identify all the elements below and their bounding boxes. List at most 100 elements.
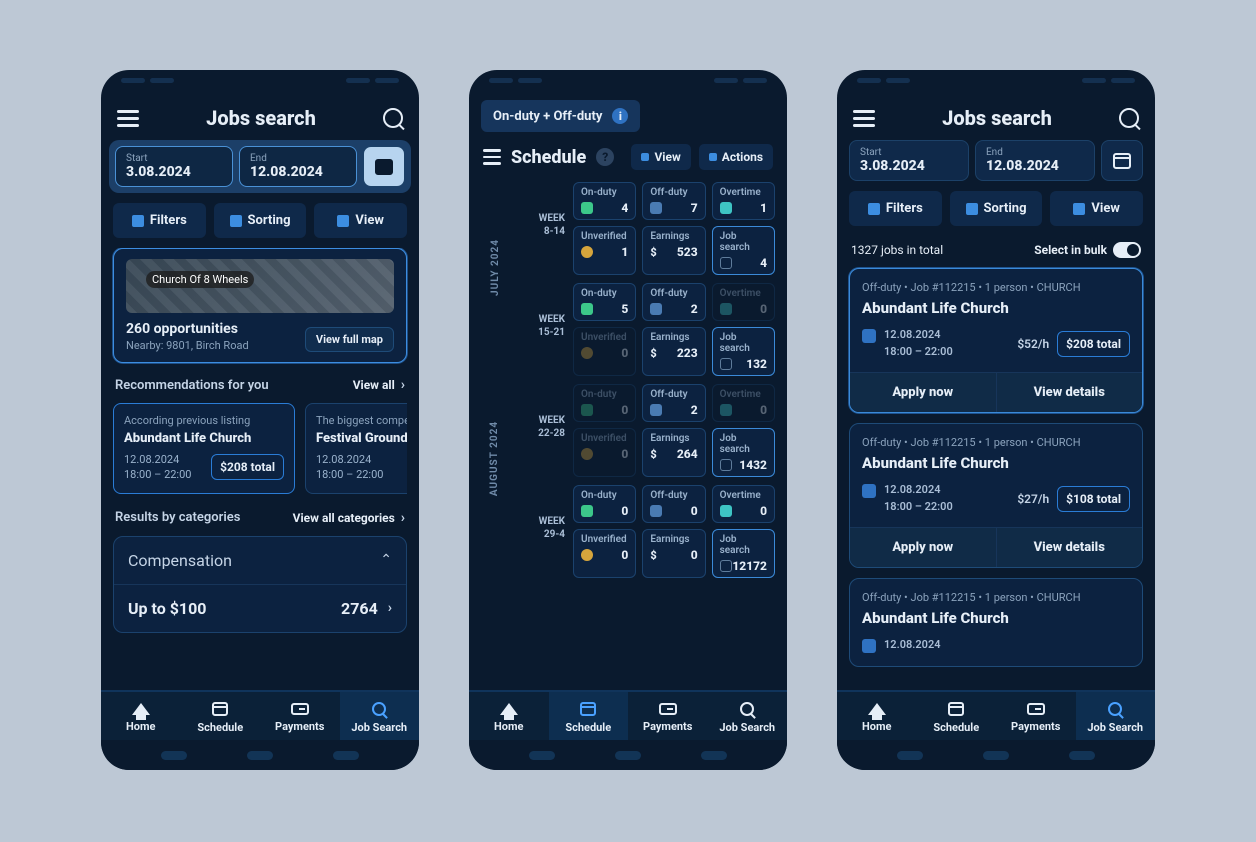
schedule-body[interactable]: JULY 2024 AUGUST 2024 WEEK8-14On-duty4Of…	[469, 182, 787, 690]
stat-value: 0	[760, 403, 767, 417]
nav-schedule[interactable]: Schedule	[549, 692, 629, 740]
map-pin-label: Church Of 8 Wheels	[146, 271, 254, 288]
stat-ot[interactable]: Overtime0	[712, 384, 775, 422]
stat-earn[interactable]: Earnings$223	[642, 327, 705, 376]
stat-value: 7	[691, 201, 698, 215]
stat-js[interactable]: Job search132	[712, 327, 775, 376]
stat-label: On-duty	[581, 187, 628, 198]
help-icon[interactable]: ?	[596, 148, 614, 166]
scroll-content[interactable]: Church Of 8 Wheels 260 opportunities Nea…	[101, 248, 419, 690]
stat-label: Earnings	[650, 534, 697, 545]
view-button[interactable]: View	[314, 203, 407, 238]
nav-job-search[interactable]: Job Search	[1076, 692, 1156, 740]
stat-on[interactable]: On-duty5	[573, 283, 636, 321]
start-date-field[interactable]: Start 3.08.2024	[849, 140, 969, 181]
stat-off[interactable]: Off-duty7	[642, 182, 705, 220]
nav-payments[interactable]: Payments	[260, 692, 340, 740]
filters-button[interactable]: Filters	[113, 203, 206, 238]
stat-js[interactable]: Job search12172	[712, 529, 775, 578]
map-thumbnail[interactable]: Church Of 8 Wheels	[126, 259, 394, 313]
statusbar	[469, 70, 787, 88]
sorting-button[interactable]: Sorting	[214, 203, 307, 238]
apply-button[interactable]: Apply now	[850, 528, 997, 567]
stat-on[interactable]: On-duty0	[573, 485, 636, 523]
calendar-button[interactable]	[1101, 140, 1143, 181]
actions-button[interactable]: Actions	[699, 144, 773, 170]
stat-earn[interactable]: Earnings$0	[642, 529, 705, 578]
nav-job-search[interactable]: Job Search	[340, 692, 420, 740]
stat-earn[interactable]: Earnings$264	[642, 428, 705, 477]
compensation-row[interactable]: Up to $100 2764 ›	[114, 584, 406, 632]
filters-button[interactable]: Filters	[849, 191, 942, 226]
stat-unv[interactable]: Unverified0	[573, 428, 636, 477]
stat-on[interactable]: On-duty4	[573, 182, 636, 220]
nav-payments[interactable]: Payments	[628, 692, 708, 740]
earn-icon: $	[650, 347, 656, 360]
job-card[interactable]: Off-duty • Job #112215 • 1 person • CHUR…	[849, 578, 1143, 667]
calendar-button[interactable]	[363, 146, 405, 187]
recommendation-card[interactable]: According previous listing Abundant Life…	[113, 403, 295, 494]
view-all-recommendations-link[interactable]: View all ›	[353, 377, 405, 393]
sort-icon	[230, 215, 242, 227]
off-icon	[650, 202, 662, 214]
sort-icon	[966, 203, 978, 215]
unv-icon	[581, 549, 593, 561]
stat-value: 0	[621, 447, 628, 461]
job-total: $108 total	[1057, 486, 1130, 512]
duty-filter-chip[interactable]: On-duty + Off-duty i	[481, 100, 640, 132]
job-card[interactable]: Off-duty • Job #112215 • 1 person • CHUR…	[849, 423, 1143, 568]
nav-schedule[interactable]: Schedule	[917, 692, 997, 740]
stat-ot[interactable]: Overtime0	[712, 485, 775, 523]
info-icon[interactable]: i	[612, 108, 628, 124]
calendar-icon	[580, 702, 596, 716]
stat-unv[interactable]: Unverified1	[573, 226, 636, 275]
menu-icon[interactable]	[483, 149, 501, 165]
bulk-select-toggle[interactable]: Select in bulk	[1034, 242, 1141, 258]
job-card[interactable]: Off-duty • Job #112215 • 1 person • CHUR…	[849, 268, 1143, 413]
view-all-categories-link[interactable]: View all categories ›	[293, 510, 405, 526]
nav-job-search[interactable]: Job Search	[708, 692, 788, 740]
ot-icon	[720, 303, 732, 315]
stat-off[interactable]: Off-duty2	[642, 283, 705, 321]
nav-schedule[interactable]: Schedule	[181, 692, 261, 740]
apply-button[interactable]: Apply now	[850, 373, 997, 412]
view-button[interactable]: View	[1050, 191, 1143, 226]
compensation-header[interactable]: Compensation ⌃	[114, 537, 406, 584]
stat-off[interactable]: Off-duty2	[642, 384, 705, 422]
stat-ot[interactable]: Overtime1	[712, 182, 775, 220]
recommendation-card[interactable]: The biggest compens Festival Grounds Pat…	[305, 403, 407, 494]
view-button[interactable]: View	[631, 144, 690, 170]
stat-off[interactable]: Off-duty0	[642, 485, 705, 523]
stat-value: 223	[677, 346, 698, 360]
search-icon[interactable]	[383, 108, 403, 128]
stat-earn[interactable]: Earnings$523	[642, 226, 705, 275]
stat-js[interactable]: Job search1432	[712, 428, 775, 477]
stat-unv[interactable]: Unverified0	[573, 327, 636, 376]
stat-label: Job search	[720, 332, 767, 354]
end-date-field[interactable]: End 12.08.2024	[239, 146, 357, 187]
stat-js[interactable]: Job search4	[712, 226, 775, 275]
scroll-content[interactable]: 1327 jobs in total Select in bulk Off-du…	[837, 236, 1155, 690]
recommendations-carousel[interactable]: According previous listing Abundant Life…	[113, 403, 407, 494]
view-details-button[interactable]: View details	[997, 373, 1143, 412]
categories-heading-row: Results by categories View all categorie…	[113, 506, 407, 536]
nav-home[interactable]: Home	[837, 692, 917, 740]
view-details-button[interactable]: View details	[997, 528, 1143, 567]
stat-grid: On-duty0Off-duty0Overtime0Unverified0Ear…	[573, 485, 775, 578]
nav-payments[interactable]: Payments	[996, 692, 1076, 740]
start-date-field[interactable]: Start 3.08.2024	[115, 146, 233, 187]
nav-home[interactable]: Home	[469, 692, 549, 740]
recommendation-datetime: 12.08.2024 18:00 – 22:00	[124, 452, 191, 483]
date-range-row: Start 3.08.2024 End 12.08.2024	[837, 140, 1155, 191]
nav-home[interactable]: Home	[101, 692, 181, 740]
view-full-map-button[interactable]: View full map	[305, 327, 394, 352]
menu-icon[interactable]	[117, 110, 139, 127]
stat-on[interactable]: On-duty0	[573, 384, 636, 422]
end-date-field[interactable]: End 12.08.2024	[975, 140, 1095, 181]
search-icon	[1108, 702, 1122, 716]
stat-ot[interactable]: Overtime0	[712, 283, 775, 321]
menu-icon[interactable]	[853, 110, 875, 127]
stat-unv[interactable]: Unverified0	[573, 529, 636, 578]
search-icon[interactable]	[1119, 108, 1139, 128]
sorting-button[interactable]: Sorting	[950, 191, 1043, 226]
